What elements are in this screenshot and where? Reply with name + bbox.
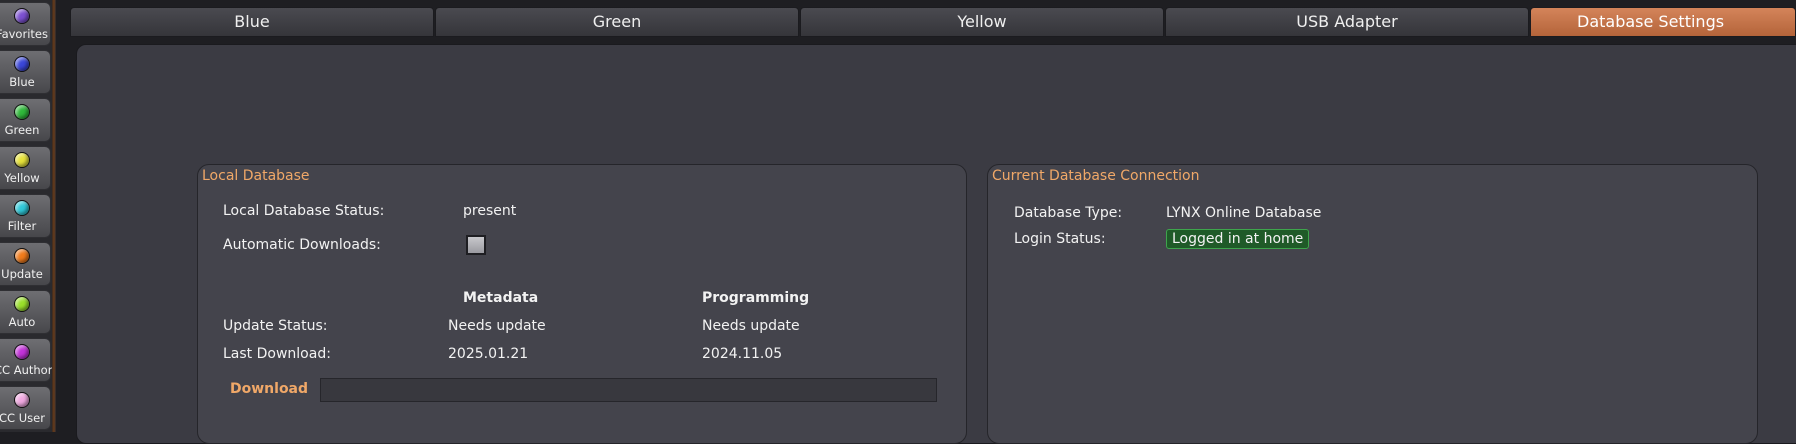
database-connection-panel: Current Database Connection Database Typ… bbox=[987, 164, 1758, 444]
database-type-value: LYNX Online Database bbox=[1166, 205, 1322, 221]
lime-led-icon bbox=[14, 296, 30, 312]
sidebar-item-yellow[interactable]: Yellow bbox=[0, 146, 51, 190]
download-button[interactable]: Download bbox=[230, 381, 308, 397]
tab-yellow[interactable]: Yellow bbox=[800, 7, 1164, 37]
green-led-icon bbox=[14, 104, 30, 120]
magenta-led-icon bbox=[14, 344, 30, 360]
login-status-badge: Logged in at home bbox=[1166, 229, 1310, 249]
sidebar-item-label: Yellow bbox=[4, 171, 40, 185]
sidebar-item-filter[interactable]: Filter bbox=[0, 194, 51, 238]
database-type-label: Database Type: bbox=[1014, 205, 1123, 221]
sidebar-item-cc-author[interactable]: CC Author bbox=[0, 338, 53, 382]
blue-led-icon bbox=[14, 56, 30, 72]
yellow-led-icon bbox=[14, 152, 30, 168]
automatic-downloads-label: Automatic Downloads: bbox=[223, 237, 381, 253]
sidebar-item-label: Filter bbox=[7, 219, 37, 233]
login-status-label: Login Status: bbox=[1014, 231, 1106, 247]
sidebar-item-label: Blue bbox=[9, 75, 35, 89]
programming-update-status: Needs update bbox=[702, 318, 800, 334]
sidebar-item-favorites[interactable]: Favorites bbox=[0, 2, 51, 46]
sidebar-item-cc-user[interactable]: CC User bbox=[0, 386, 51, 430]
automatic-downloads-checkbox[interactable] bbox=[466, 235, 486, 255]
local-db-status-label: Local Database Status: bbox=[223, 203, 385, 219]
sidebar-item-label: CC User bbox=[0, 411, 45, 425]
metadata-last-download: 2025.01.21 bbox=[448, 346, 529, 362]
sidebar-item-blue[interactable]: Blue bbox=[0, 50, 51, 94]
tab-green[interactable]: Green bbox=[435, 7, 799, 37]
local-database-panel: Local Database Local Database Status: pr… bbox=[197, 164, 967, 444]
sidebar-item-green[interactable]: Green bbox=[0, 98, 51, 142]
tab-blue[interactable]: Blue bbox=[70, 7, 434, 37]
metadata-update-status: Needs update bbox=[448, 318, 546, 334]
cyan-led-icon bbox=[14, 200, 30, 216]
programming-column-header: Programming bbox=[702, 290, 810, 306]
download-progress-bar bbox=[320, 378, 937, 402]
panel-title: Current Database Connection bbox=[992, 168, 1200, 184]
orange-led-icon bbox=[14, 248, 30, 264]
sidebar-item-label: Favorites bbox=[0, 27, 48, 41]
purple-led-icon bbox=[14, 8, 30, 24]
sidebar-item-auto[interactable]: Auto bbox=[0, 290, 51, 334]
sidebar-item-label: Green bbox=[4, 123, 40, 137]
metadata-column-header: Metadata bbox=[463, 290, 539, 306]
programming-last-download: 2024.11.05 bbox=[702, 346, 783, 362]
update-status-label: Update Status: bbox=[223, 318, 328, 334]
sidebar-item-label: Auto bbox=[8, 315, 36, 329]
sidebar: Favorites Blue Green Yellow Filter Updat… bbox=[0, 0, 52, 432]
sidebar-item-label: CC Author bbox=[0, 363, 53, 377]
tab-usb-adapter[interactable]: USB Adapter bbox=[1165, 7, 1529, 37]
local-db-status-value: present bbox=[463, 203, 517, 219]
tab-database-settings[interactable]: Database Settings bbox=[1530, 7, 1796, 37]
sidebar-item-label: Update bbox=[1, 267, 43, 281]
pink-led-icon bbox=[14, 392, 30, 408]
sidebar-divider bbox=[52, 0, 56, 432]
panel-title: Local Database bbox=[202, 168, 310, 184]
last-download-label: Last Download: bbox=[223, 346, 331, 362]
sidebar-item-update[interactable]: Update bbox=[0, 242, 51, 286]
